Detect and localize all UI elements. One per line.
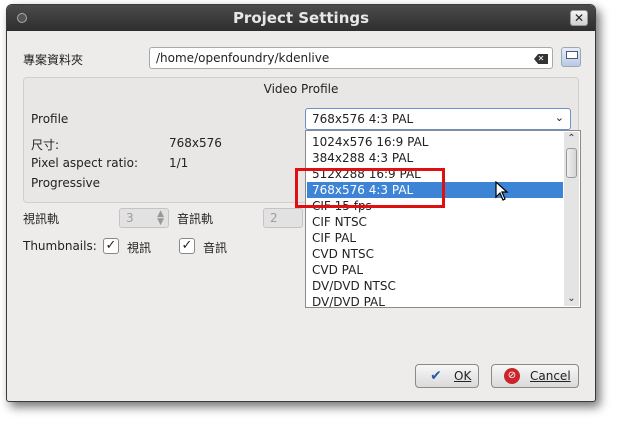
dropdown-item[interactable]: CVD NTSC [307, 246, 563, 262]
chevron-down-icon: ⌄ [554, 111, 564, 124]
project-settings-dialog: Project Settings ✕ 專案資料夾 /home/openfound… [6, 4, 596, 402]
cancel-button-label: Cancel [530, 369, 571, 383]
thumbnails-label: Thumbnails: [23, 239, 97, 253]
dropdown-item[interactable]: CVD PAL [307, 262, 563, 278]
size-value: 768x576 [169, 136, 222, 150]
profile-combo-value: 768x576 4:3 PAL [312, 112, 414, 126]
profile-combo[interactable]: 768x576 4:3 PAL ⌄ [305, 108, 571, 130]
highlight-annotation [295, 168, 445, 208]
dropdown-item[interactable]: DV/DVD PAL [307, 294, 563, 310]
progressive-label: Progressive [31, 176, 101, 190]
dropdown-scrollbar[interactable]: ⌃ ⌄ [564, 132, 579, 306]
save-icon[interactable] [561, 47, 581, 67]
scrollbar-thumb[interactable] [566, 148, 577, 178]
video-tracks-value: 3 [126, 211, 134, 225]
audio-tracks-spinbox[interactable]: 2 [263, 208, 303, 228]
dropdown-item[interactable]: 1024x576 16:9 PAL [307, 134, 563, 150]
thumbnails-audio-checkbox[interactable]: ✓ [179, 238, 195, 254]
project-folder-input[interactable]: /home/openfoundry/kdenlive [149, 47, 553, 69]
close-button[interactable]: ✕ [570, 10, 588, 26]
dropdown-item[interactable]: CIF NTSC [307, 214, 563, 230]
cancel-button[interactable]: ⊘ Cancel [491, 364, 579, 388]
thumbnails-audio-label: 音訊 [203, 241, 228, 255]
video-tracks-label: 視訊軌 [23, 212, 60, 226]
project-folder-label: 專案資料夾 [23, 53, 84, 67]
profile-dropdown-list[interactable]: 1024x576 16:9 PAL 384x288 4:3 PAL 512x28… [305, 130, 581, 310]
cancel-icon: ⊘ [504, 368, 520, 384]
title-bar: Project Settings ✕ [7, 5, 595, 31]
size-label: 尺寸: [31, 138, 60, 152]
window-title: Project Settings [232, 9, 370, 27]
pixel-aspect-ratio-value: 1/1 [169, 156, 189, 170]
chevron-up-icon[interactable]: ⌃ [564, 132, 579, 146]
profile-label: Profile [31, 112, 69, 126]
dropdown-item[interactable]: 384x288 4:3 PAL [307, 150, 563, 166]
audio-tracks-label: 音訊軌 [177, 212, 214, 226]
pixel-aspect-ratio-label: Pixel aspect ratio: [31, 156, 139, 170]
chevron-down-icon[interactable]: ⌄ [564, 292, 579, 306]
mouse-cursor-icon [495, 181, 509, 201]
spin-arrows-icon: ▲ ▼ [157, 209, 164, 227]
video-profile-title: Video Profile [263, 82, 339, 96]
checkmark-icon: ✔ [430, 368, 442, 384]
video-tracks-spinbox[interactable]: 3 ▲ ▼ [119, 208, 169, 228]
dropdown-item[interactable]: CIF PAL [307, 230, 563, 246]
thumbnails-video-checkbox[interactable]: ✓ [103, 238, 119, 254]
thumbnails-video-label: 視訊 [127, 241, 152, 255]
audio-tracks-value: 2 [270, 211, 278, 225]
ok-button[interactable]: ✔ OK [415, 364, 479, 388]
dropdown-item[interactable]: DV/DVD NTSC [307, 278, 563, 294]
ok-button-label: OK [454, 369, 472, 383]
